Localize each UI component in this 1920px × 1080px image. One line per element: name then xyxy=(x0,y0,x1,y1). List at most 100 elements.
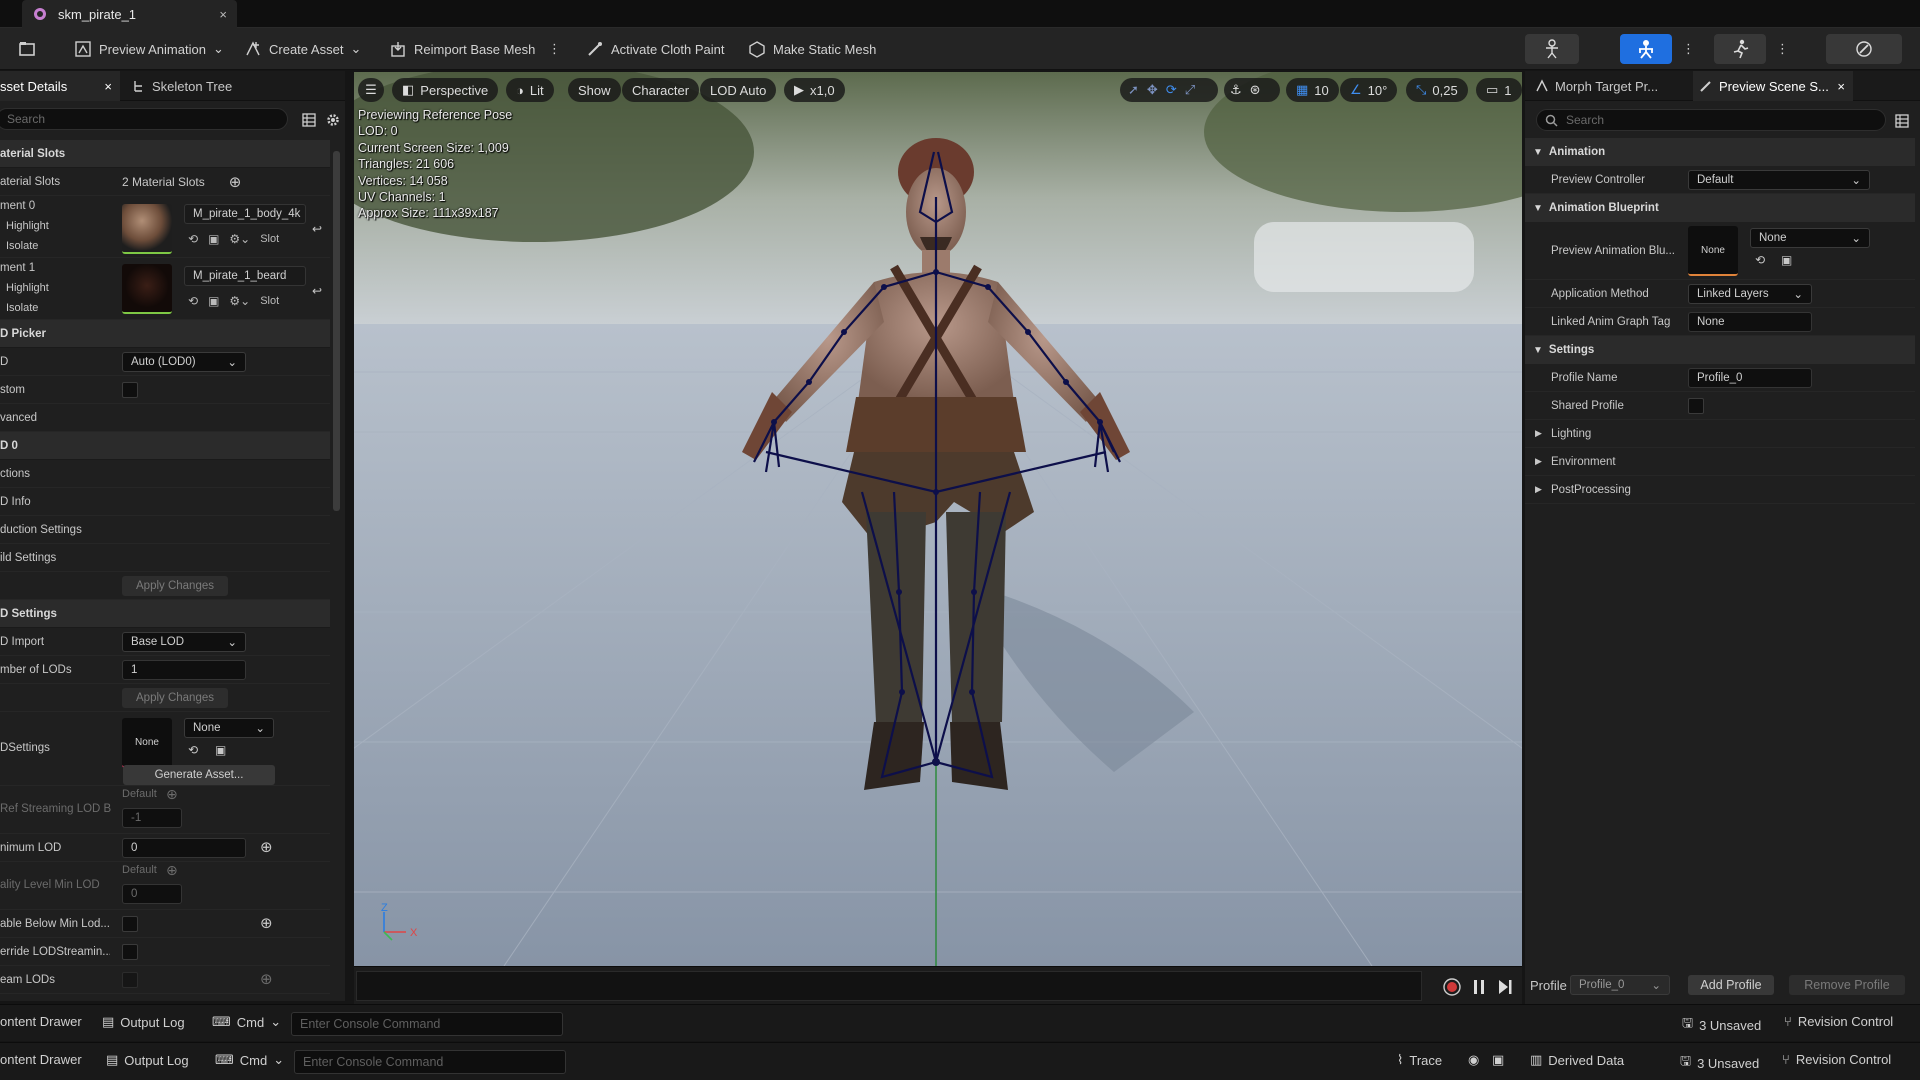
revision-control-button[interactable]: ⑂ Revision Control xyxy=(1782,1052,1891,1067)
category-lod-picker[interactable]: D Picker xyxy=(0,320,330,348)
material-thumbnail[interactable] xyxy=(122,204,172,254)
unsaved-button[interactable]: 🖫 3 Unsaved xyxy=(1680,1052,1759,1074)
postprocessing-row[interactable]: ▶ PostProcessing xyxy=(1525,476,1915,504)
close-icon[interactable]: × xyxy=(1837,79,1845,94)
unsaved-button[interactable]: 🖫 3 Unsaved xyxy=(1682,1014,1761,1036)
add-icon[interactable]: ⊕ xyxy=(260,838,273,856)
playback-speed-button[interactable]: ▶ x1,0 xyxy=(784,78,845,102)
lod-info-row[interactable]: D Info xyxy=(0,488,330,516)
profile-name-input[interactable]: Profile_0 xyxy=(1688,368,1812,388)
screenshot-icon[interactable]: ▣ xyxy=(1492,1052,1504,1068)
lighting-row[interactable]: ▶ Lighting xyxy=(1525,420,1915,448)
skeleton-mode-button[interactable] xyxy=(1525,34,1579,64)
tab-skeleton-tree[interactable]: Skeleton Tree xyxy=(130,71,232,101)
details-scrollbar[interactable] xyxy=(333,151,340,511)
timeline-track[interactable] xyxy=(356,971,1422,1001)
anim-bp-dropdown[interactable]: None ⌄ xyxy=(1750,228,1870,248)
camera-speed-button[interactable]: ▭ 1 xyxy=(1476,78,1522,102)
tab-morph-target[interactable]: Morph Target Pr... xyxy=(1529,71,1658,101)
use-selected-icon[interactable]: ⟲ xyxy=(1755,253,1765,267)
select-arrow-icon[interactable]: ➚ xyxy=(1128,82,1139,98)
number-of-lods-input[interactable]: 1 xyxy=(122,659,246,680)
category-lod0[interactable]: D 0 xyxy=(0,432,330,460)
close-icon[interactable]: × xyxy=(104,79,112,94)
disable-below-checkbox[interactable] xyxy=(122,915,138,932)
category-material-slots[interactable]: aterial Slots xyxy=(0,140,330,168)
generate-asset-button[interactable]: Generate Asset... xyxy=(123,765,275,785)
application-method-dropdown[interactable]: Linked Layers ⌄ xyxy=(1688,284,1812,304)
content-drawer-button[interactable]: ontent Drawer xyxy=(0,1052,82,1067)
mode-options-kebab[interactable]: ⋮ xyxy=(1678,36,1699,62)
make-static-mesh-button[interactable]: Make Static Mesh xyxy=(744,36,880,62)
trace-button[interactable]: ⌇ Trace xyxy=(1397,1052,1442,1068)
add-icon[interactable]: ⊕ xyxy=(166,786,178,803)
animation-mode-button[interactable] xyxy=(1714,34,1766,64)
category-animation-blueprint[interactable]: ▼ Animation Blueprint xyxy=(1525,194,1915,222)
lod-settings-dropdown[interactable]: None ⌄ xyxy=(184,718,274,738)
use-selected-icon[interactable]: ⟲ xyxy=(188,743,198,757)
add-profile-button[interactable]: Add Profile xyxy=(1688,975,1774,995)
perspective-button[interactable]: ◧ Perspective xyxy=(392,78,499,102)
record-icon[interactable] xyxy=(1442,977,1462,997)
tab-asset-details[interactable]: sset Details × xyxy=(0,71,120,101)
category-lod-settings[interactable]: D Settings xyxy=(0,600,330,628)
reduction-settings-row[interactable]: duction Settings xyxy=(0,516,330,544)
advanced-row[interactable]: vanced xyxy=(0,404,330,432)
derived-data-button[interactable]: ▥ Derived Data xyxy=(1530,1052,1624,1068)
remove-profile-button[interactable]: Remove Profile xyxy=(1789,975,1905,995)
revision-control-button[interactable]: ⑂ Revision Control xyxy=(1784,1014,1893,1029)
lod-settings-thumbnail[interactable]: None xyxy=(122,718,172,768)
world-local-icon[interactable]: ⊛ xyxy=(1250,82,1261,98)
surface-snap-icon[interactable]: ⚓ xyxy=(1230,82,1242,98)
cmd-dropdown[interactable]: ⌨ Cmd ⌄ xyxy=(212,1014,281,1030)
tab-preview-scene[interactable]: Preview Scene S... × xyxy=(1693,71,1853,101)
output-log-button[interactable]: ▤ Output Log xyxy=(106,1052,189,1068)
reimport-options-kebab[interactable]: ⋮ xyxy=(544,36,565,62)
shared-profile-checkbox[interactable] xyxy=(1688,398,1704,414)
cmd-dropdown[interactable]: ⌨ Cmd ⌄ xyxy=(215,1052,284,1068)
rotation-snap-button[interactable]: ∠ 10° xyxy=(1340,78,1398,102)
browse-icon[interactable]: ▣ xyxy=(208,294,219,308)
create-asset-button[interactable]: Create Asset ⌄ xyxy=(240,36,365,62)
min-streaming-lod-input[interactable]: -1 xyxy=(122,808,182,828)
table-view-icon[interactable] xyxy=(1895,114,1909,128)
category-animation[interactable]: ▼ Animation xyxy=(1525,138,1915,166)
browse-icon[interactable]: ▣ xyxy=(215,743,226,757)
gear-icon[interactable] xyxy=(326,113,340,127)
add-icon[interactable]: ⊕ xyxy=(260,970,273,988)
lod-auto-button[interactable]: LOD Auto xyxy=(700,78,777,102)
character-button[interactable]: Character xyxy=(622,78,700,102)
close-icon[interactable]: × xyxy=(219,7,227,22)
add-icon[interactable]: ⊕ xyxy=(260,914,273,932)
browse-icon[interactable]: ▣ xyxy=(208,232,219,246)
table-view-icon[interactable] xyxy=(302,113,316,127)
viewport-menu-button[interactable]: ☰ xyxy=(358,78,384,102)
environment-row[interactable]: ▶ Environment xyxy=(1525,448,1915,476)
output-log-button[interactable]: ▤ Output Log xyxy=(102,1014,185,1030)
quality-level-input[interactable]: 0 xyxy=(122,884,182,904)
physics-mode-button[interactable] xyxy=(1826,34,1902,64)
grid-snap-button[interactable]: ▦ 10 xyxy=(1286,78,1339,102)
sections-row[interactable]: ctions xyxy=(0,460,330,488)
content-drawer-button[interactable]: ontent Drawer xyxy=(0,1014,82,1029)
reset-arrow-icon[interactable]: ↩ xyxy=(312,284,322,298)
browse-asset-button[interactable] xyxy=(14,36,42,62)
activate-cloth-paint-button[interactable]: Activate Cloth Paint xyxy=(582,36,728,62)
linked-anim-graph-tag-input[interactable]: None xyxy=(1688,312,1812,332)
reimport-base-mesh-button[interactable]: Reimport Base Mesh xyxy=(385,36,539,62)
live-coding-icon[interactable]: ◉ xyxy=(1468,1052,1479,1068)
step-forward-icon[interactable] xyxy=(1496,978,1514,996)
scale-icon[interactable]: ⤢ xyxy=(1185,82,1195,98)
preview-search-input[interactable]: Search xyxy=(1536,109,1886,131)
material-options-icon[interactable]: ⚙⌄ xyxy=(229,294,250,308)
apply-changes-button[interactable]: Apply Changes xyxy=(122,687,228,708)
lod-import-dropdown[interactable]: Base LOD ⌄ xyxy=(122,631,246,652)
minimum-lod-input[interactable]: 0 xyxy=(122,837,246,858)
show-button[interactable]: Show xyxy=(568,78,621,102)
material-0-name[interactable]: M_pirate_1_body_4k xyxy=(184,204,306,224)
pause-icon[interactable] xyxy=(1472,978,1486,996)
viewport[interactable]: Z X ☰ ◧Perspective ◑Lit Show /* characte… xyxy=(354,72,1522,966)
profile-dropdown[interactable]: Profile_0 ⌄ xyxy=(1570,975,1670,995)
rotate-icon[interactable]: ⟳ xyxy=(1166,82,1177,98)
console-command-input[interactable]: Enter Console Command xyxy=(291,1012,563,1036)
